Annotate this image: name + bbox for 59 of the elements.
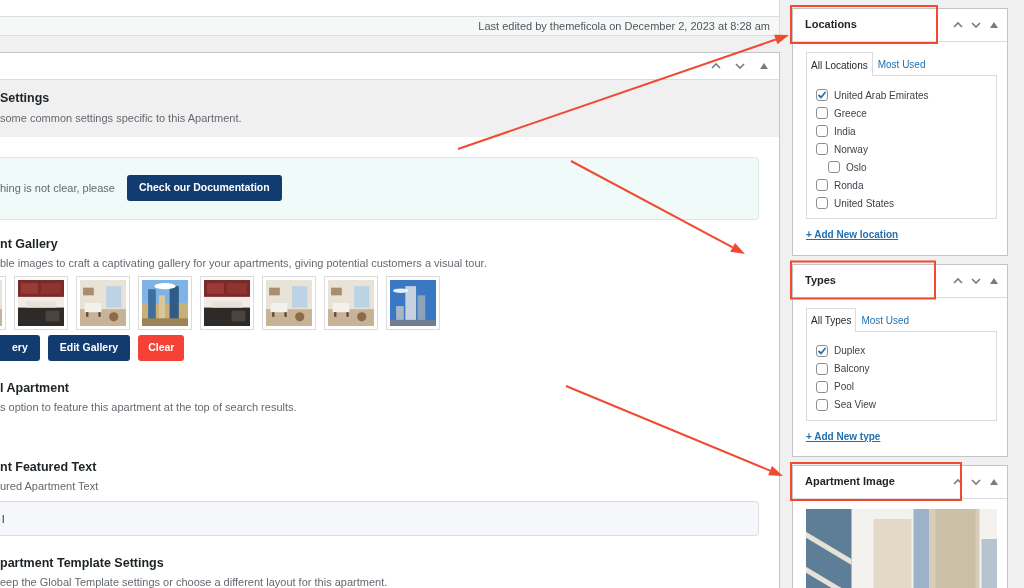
term-label: Pool — [834, 380, 854, 394]
term-label: Balcony — [834, 362, 870, 376]
checkbox[interactable] — [816, 362, 828, 375]
checkbox[interactable] — [816, 344, 828, 357]
term-label: India — [834, 124, 856, 139]
clear-button[interactable]: Clear — [138, 334, 185, 361]
category-tab[interactable]: All Types — [806, 307, 857, 332]
gallery-button[interactable]: ery — [0, 334, 40, 361]
checkbox[interactable] — [828, 161, 840, 173]
collapse-icon — [760, 63, 768, 69]
gallery-thumbnail[interactable] — [200, 275, 254, 330]
panel-title: Locations — [805, 18, 858, 32]
text-field[interactable]: l — [0, 501, 759, 537]
field-label: l Apartment — [0, 380, 70, 396]
gallery-thumbnail[interactable] — [262, 275, 316, 330]
collapse-icon — [990, 22, 998, 28]
term-label: Norway — [834, 142, 868, 157]
term-label: Sea View — [834, 398, 877, 412]
field-label: nt Featured Text — [0, 459, 98, 475]
section-heading: Settings — [0, 91, 51, 106]
checkbox[interactable] — [816, 380, 828, 393]
add-new-link[interactable]: + Add New type — [806, 428, 881, 444]
last-edited-text: Last edited by themeficola on December 2, 2023 at 8:28 am — [478, 20, 770, 32]
term-label: United Arab Emirates — [834, 88, 929, 103]
panel-title: Types — [805, 273, 837, 288]
checkbox[interactable] — [816, 143, 828, 155]
section-description: some common settings specific to this Apartment. — [0, 111, 243, 126]
field-label: partment Template Settings — [0, 556, 165, 572]
category-tab[interactable]: Most Used — [856, 307, 915, 331]
checkbox[interactable] — [816, 89, 828, 101]
term-label: Ronda — [834, 178, 864, 193]
gallery-thumbnail[interactable] — [138, 275, 192, 330]
term-label: Greece — [834, 106, 867, 121]
category-tab[interactable]: All Locations — [806, 52, 873, 76]
gallery-thumbnail[interactable] — [14, 275, 68, 330]
term-label: Duplex — [834, 344, 866, 358]
field-description: ble images to craft a captivating gallery for your apartments, giving potential customers a visual tour. — [0, 255, 488, 270]
collapse-icon — [990, 277, 998, 284]
field-label: nt Gallery — [0, 236, 59, 252]
gallery-thumbnail[interactable] — [76, 275, 130, 330]
collapse-icon — [990, 479, 998, 485]
checkbox[interactable] — [816, 398, 828, 411]
field-description: eep the Global Template settings or choose a different layout for this apartment. — [0, 575, 389, 588]
checkbox[interactable] — [816, 197, 828, 209]
field-description: ured Apartment Text — [0, 478, 100, 494]
panel-title: Apartment Image — [805, 475, 896, 489]
category-tab[interactable]: Most Used — [872, 52, 931, 75]
notice-text: hing is not clear, please — [0, 180, 115, 196]
gallery-thumbnail[interactable] — [324, 275, 378, 330]
documentation-button[interactable]: Check our Documentation — [126, 175, 282, 201]
term-label: United States — [834, 196, 895, 211]
checkbox[interactable] — [816, 107, 828, 119]
term-label: Oslo — [846, 160, 867, 175]
field-description: s option to feature this apartment at the top of search results. — [0, 399, 298, 414]
gallery-thumbnail[interactable] — [386, 275, 440, 330]
gallery-button[interactable]: Edit Gallery — [47, 334, 131, 361]
checkbox[interactable] — [816, 125, 828, 137]
checkbox[interactable] — [816, 179, 828, 191]
add-new-link[interactable]: + Add New location — [806, 227, 899, 242]
